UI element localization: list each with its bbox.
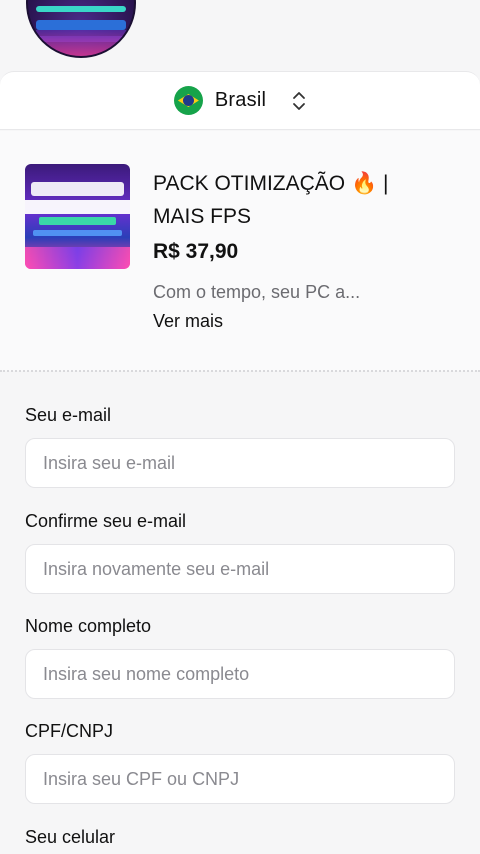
avatar-decoration [36,6,126,12]
store-avatar [26,0,136,58]
chevrons-up-down-icon[interactable] [292,91,306,111]
product-description: Com o tempo, seu PC a... [153,282,361,302]
checkout-page: Brasil PACK OTIMIZAÇÃO 🔥 | MAIS FPS R$ 3… [0,0,480,854]
email-label: Seu e-mail [25,405,112,425]
country-name: Brasil [214,89,267,111]
full-name-input[interactable] [25,649,455,699]
product-thumbnail [25,164,130,269]
product-title: PACK OTIMIZAÇÃO 🔥 | MAIS FPS [153,172,389,228]
country-selector[interactable]: Brasil [0,71,480,130]
brazil-flag-icon [173,86,203,115]
email-input[interactable] [25,438,455,488]
avatar-decoration [28,30,134,56]
confirm-email-input[interactable] [25,544,455,594]
section-divider [0,370,480,372]
avatar-decoration [36,20,126,30]
full-name-label: Nome completo [25,616,152,636]
phone-label: Seu celular [25,827,116,847]
product-summary: PACK OTIMIZAÇÃO 🔥 | MAIS FPS R$ 37,90 Co… [0,131,480,371]
see-more-link[interactable]: Ver mais [153,311,223,332]
cpf-cnpj-input[interactable] [25,754,455,804]
cpf-cnpj-label: CPF/CNPJ [25,721,114,741]
confirm-email-label: Confirme seu e-mail [25,511,187,531]
product-price: R$ 37,90 [153,240,239,263]
